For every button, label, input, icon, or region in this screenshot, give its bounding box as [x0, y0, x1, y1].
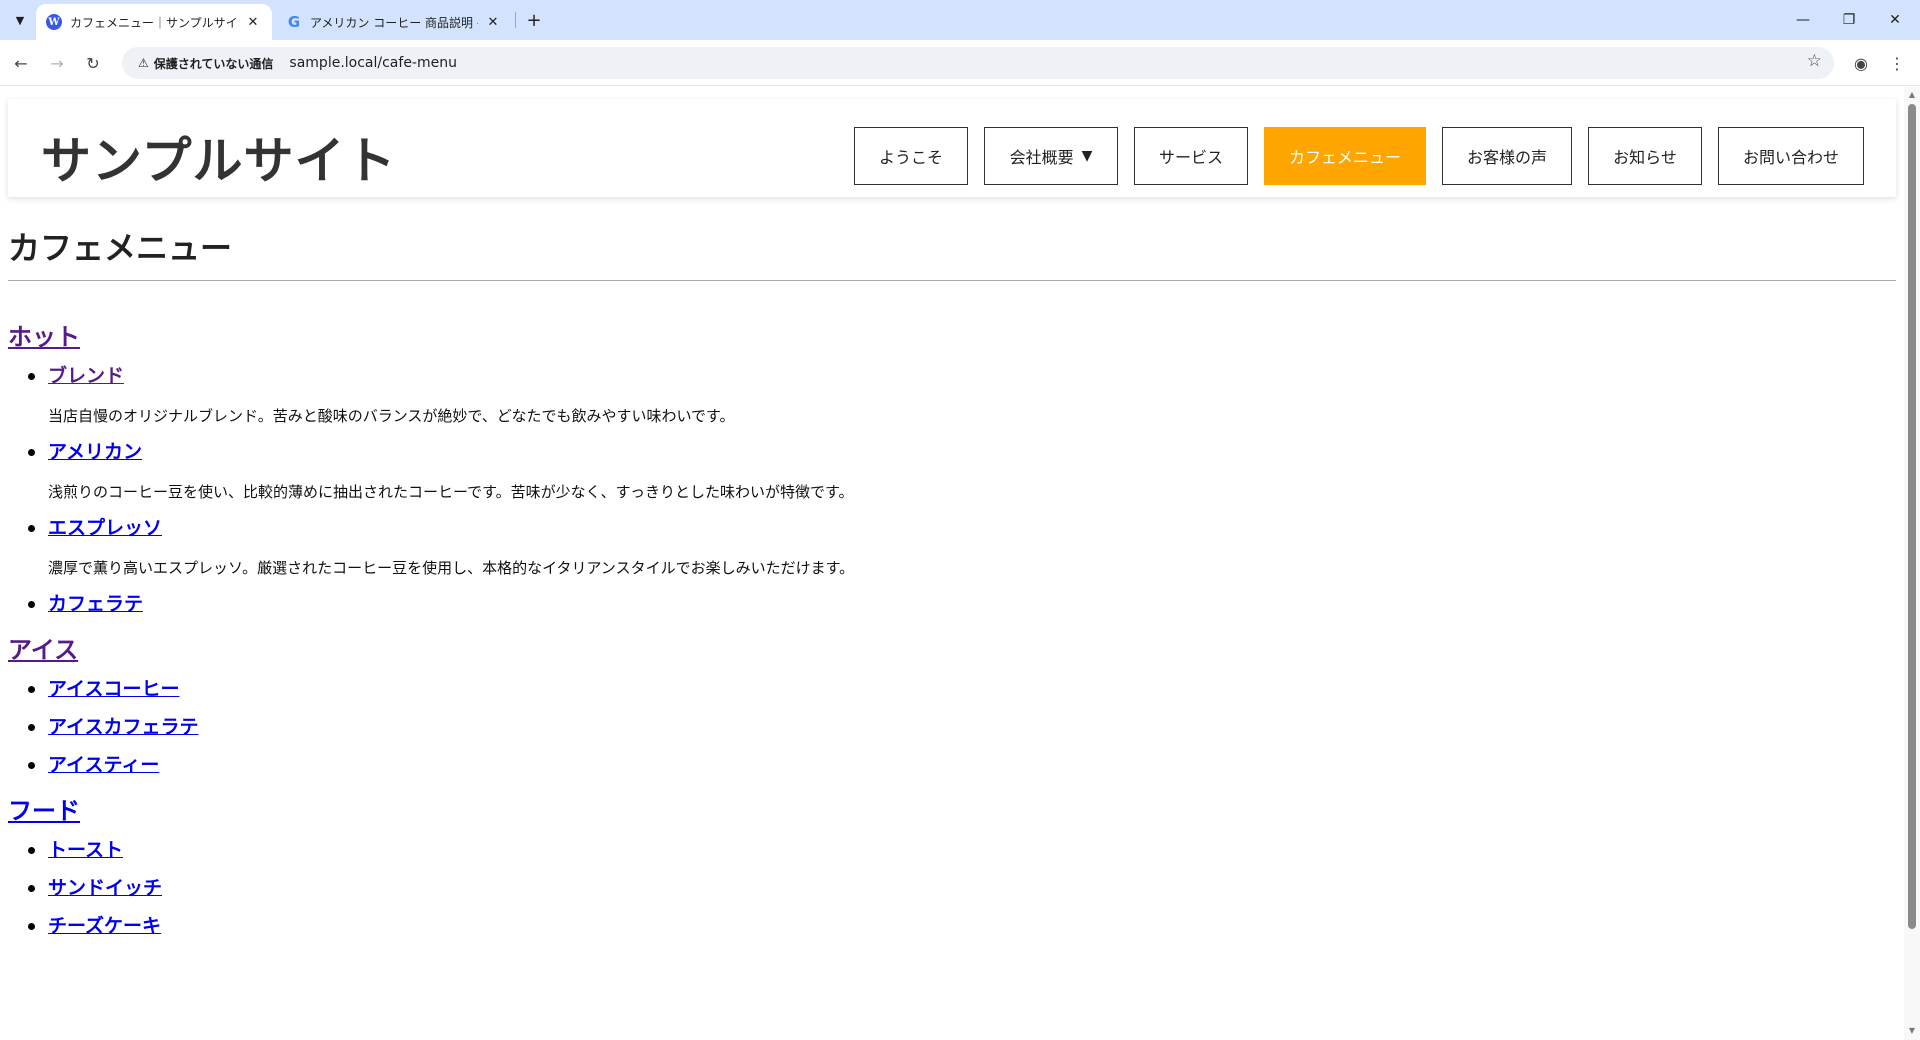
address-bar[interactable]: ⚠ 保護されていない通信 sample.local/cafe-menu ☆ — [122, 47, 1834, 79]
back-arrow-icon[interactable]: ← — [6, 48, 36, 78]
menu-item-link[interactable]: アイスカフェラテ — [48, 715, 198, 739]
page-title: カフェメニュー — [8, 229, 233, 267]
browser-tab-bar: ▼ W カフェメニュー｜サンプルサイト ✕ G アメリカン コーヒー 商品説明 … — [0, 0, 1920, 40]
new-tab-plus-icon[interactable]: + — [522, 8, 546, 32]
google-icon: G — [287, 13, 301, 31]
nav-item-label: 会社概要 — [1009, 148, 1074, 167]
menu-item-link[interactable]: サンドイッチ — [48, 876, 162, 900]
bullet — [28, 525, 35, 532]
bullet — [28, 373, 35, 380]
site-title[interactable]: サンプルサイト — [41, 121, 397, 193]
close-icon[interactable]: ✕ — [484, 15, 502, 30]
menu-item-description: 浅煎りのコーヒー豆を使い、比較的薄めに抽出されたコーヒーです。苦味が少なく、すっ… — [48, 483, 854, 501]
menu-item-link[interactable]: チーズケーキ — [48, 914, 161, 938]
list-item: カフェラテ — [8, 592, 1888, 616]
kebab-menu-icon[interactable]: ⋮ — [1882, 48, 1912, 78]
list-item: アイスカフェラテ — [8, 715, 1888, 739]
nav-item-label: お客様の声 — [1467, 148, 1548, 167]
bullet — [28, 923, 35, 930]
forward-arrow-icon[interactable]: → — [42, 48, 72, 78]
page-scrollbar-thumb[interactable] — [1908, 104, 1916, 929]
bullet — [28, 601, 35, 608]
list-item: アイスティー — [8, 753, 1888, 777]
menu-item-link[interactable]: アイスコーヒー — [48, 677, 179, 701]
category-heading-ice[interactable]: アイス — [8, 630, 1888, 665]
tab-search-chevron-icon[interactable]: ▼ — [8, 8, 32, 32]
menu-item-link[interactable]: エスプレッソ — [48, 516, 162, 540]
tab-divider — [515, 12, 516, 28]
list-item: サンドイッチ — [8, 876, 1888, 900]
main-navigation: ようこそ 会社概要 ▼ サービス カフェメニュー お客様の声 お知らせ お問い合… — [838, 127, 1864, 185]
menu-item-link[interactable]: アイスティー — [48, 753, 159, 777]
nav-item-news[interactable]: お知らせ — [1588, 127, 1702, 185]
minimize-icon[interactable]: — — [1780, 0, 1826, 40]
bullet — [28, 762, 35, 769]
menu-content: ホット ブレンド 当店自慢のオリジナルブレンド。苦みと酸味のバランスが絶妙で、ど… — [8, 317, 1888, 952]
nav-item-testimonials[interactable]: お客様の声 — [1442, 127, 1572, 185]
browser-tab-cafe-menu[interactable]: W カフェメニュー｜サンプルサイト ✕ — [36, 4, 272, 40]
menu-list-hot: ブレンド 当店自慢のオリジナルブレンド。苦みと酸味のバランスが絶妙で、どなたでも… — [8, 364, 1888, 616]
list-item: チーズケーキ — [8, 914, 1888, 938]
browser-toolbar: ← → ↻ ⚠ 保護されていない通信 sample.local/cafe-men… — [0, 40, 1920, 86]
nav-item-label: サービス — [1159, 148, 1224, 167]
nav-item-company[interactable]: 会社概要 ▼ — [984, 127, 1118, 185]
menu-item-description: 濃厚で薫り高いエスプレッソ。厳選されたコーヒー豆を使用し、本格的なイタリアンスタ… — [48, 559, 855, 577]
category-heading-food[interactable]: フード — [8, 791, 1888, 826]
page-viewport: サンプルサイト ようこそ 会社概要 ▼ サービス カフェメニュー お客様の声 お… — [0, 87, 1904, 1040]
browser-tab-google-search[interactable]: G アメリカン コーヒー 商品説明 - Goo ✕ — [276, 4, 512, 40]
menu-item-link[interactable]: トースト — [48, 838, 123, 862]
list-item: トースト — [8, 838, 1888, 862]
scroll-down-arrow-icon[interactable]: ▼ — [1906, 1026, 1918, 1035]
menu-item-link[interactable]: アメリカン — [48, 440, 142, 464]
url-text[interactable]: sample.local/cafe-menu — [289, 55, 457, 71]
window-close-icon[interactable]: ✕ — [1872, 0, 1918, 40]
close-icon[interactable]: ✕ — [244, 15, 262, 30]
caret-down-icon: ▼ — [1081, 148, 1093, 164]
nav-item-welcome[interactable]: ようこそ — [854, 127, 968, 185]
reload-icon[interactable]: ↻ — [78, 48, 108, 78]
menu-list-ice: アイスコーヒー アイスカフェラテ アイスティー — [8, 677, 1888, 777]
list-item: アイスコーヒー — [8, 677, 1888, 701]
nav-item-label: ようこそ — [879, 148, 944, 167]
bullet — [28, 686, 35, 693]
scroll-up-arrow-icon[interactable]: ▲ — [1906, 90, 1918, 99]
warning-triangle-icon: ⚠ — [138, 56, 149, 70]
bullet — [28, 885, 35, 892]
menu-item-link[interactable]: カフェラテ — [48, 592, 143, 616]
security-label: 保護されていない通信 — [153, 56, 274, 71]
restore-icon[interactable]: ❐ — [1826, 0, 1872, 40]
category-heading-hot[interactable]: ホット — [8, 317, 1888, 352]
title-divider — [8, 280, 1896, 281]
site-header: サンプルサイト ようこそ 会社概要 ▼ サービス カフェメニュー お客様の声 お… — [8, 99, 1896, 197]
menu-list-food: トースト サンドイッチ チーズケーキ — [8, 838, 1888, 938]
nav-item-services[interactable]: サービス — [1134, 127, 1248, 185]
profile-icon[interactable]: ◉ — [1846, 48, 1876, 78]
nav-item-label: お問い合わせ — [1743, 148, 1840, 167]
nav-item-label: お知らせ — [1613, 148, 1677, 167]
nav-item-contact[interactable]: お問い合わせ — [1718, 127, 1864, 185]
menu-item-link[interactable]: ブレンド — [48, 364, 124, 388]
bullet — [28, 847, 35, 854]
list-item: エスプレッソ 濃厚で薫り高いエスプレッソ。厳選されたコーヒー豆を使用し、本格的な… — [8, 516, 1888, 578]
security-chip[interactable]: ⚠ 保護されていない通信 — [130, 51, 281, 75]
tab-title: アメリカン コーヒー 商品説明 - Goo — [310, 15, 478, 30]
wordpress-icon: W — [46, 14, 62, 30]
list-item: アメリカン 浅煎りのコーヒー豆を使い、比較的薄めに抽出されたコーヒーです。苦味が… — [8, 440, 1888, 502]
menu-item-description: 当店自慢のオリジナルブレンド。苦みと酸味のバランスが絶妙で、どなたでも飲みやすい… — [48, 407, 735, 425]
nav-item-cafe-menu[interactable]: カフェメニュー — [1264, 127, 1426, 185]
bullet — [28, 724, 35, 731]
list-item: ブレンド 当店自慢のオリジナルブレンド。苦みと酸味のバランスが絶妙で、どなたでも… — [8, 364, 1888, 426]
bullet — [28, 449, 35, 456]
nav-item-label: カフェメニュー — [1289, 148, 1402, 167]
bookmark-star-icon[interactable]: ☆ — [1807, 51, 1822, 71]
tab-title: カフェメニュー｜サンプルサイト — [70, 15, 238, 30]
